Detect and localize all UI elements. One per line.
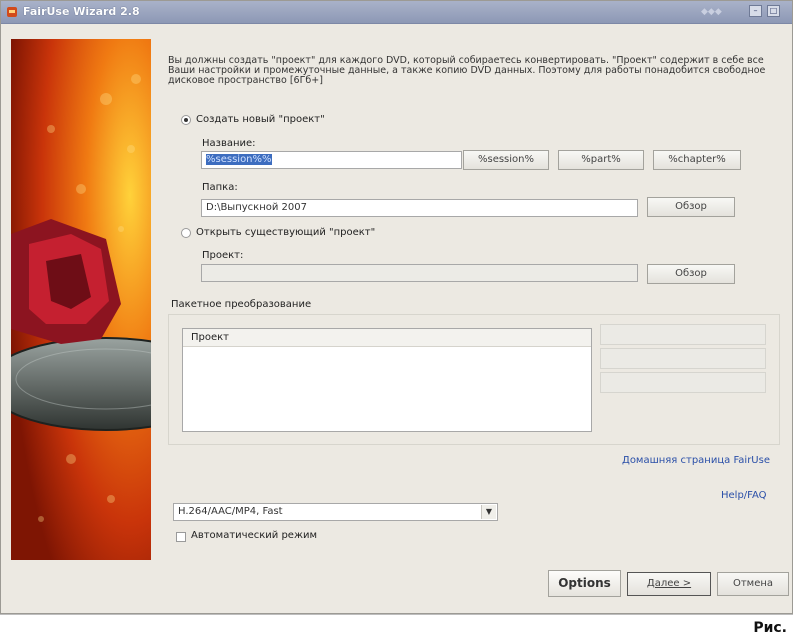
homepage-link[interactable]: Домашняя страница FairUse [622, 455, 770, 466]
title-bar[interactable]: FairUse Wizard 2.8 ◆◆◆ – □ [1, 1, 792, 24]
open-project-radio[interactable] [181, 228, 191, 238]
title-decoration: ◆◆◆ [701, 7, 722, 17]
project-input[interactable] [201, 264, 638, 282]
folder-label: Папка: [202, 182, 238, 193]
batch-label: Пакетное преобразование [171, 299, 312, 310]
wizard-window: FairUse Wizard 2.8 ◆◆◆ – □ Вы должны соз… [0, 0, 793, 614]
page-divider [0, 614, 793, 615]
name-input-value: %session%% [206, 154, 272, 165]
project-browse-button[interactable]: Обзор [647, 264, 735, 284]
folder-input[interactable]: D:\Выпускной 2007 [201, 199, 638, 217]
next-button-label: Далее > [646, 578, 692, 589]
intro-text: Вы должны создать "проект" для каждого D… [168, 55, 766, 86]
session-token-button[interactable]: %session% [463, 150, 549, 170]
profile-select[interactable]: H.264/AAC/MP4, Fast ▼ [173, 503, 498, 521]
chapter-token-button[interactable]: %chapter% [653, 150, 741, 170]
part-token-button[interactable]: %part% [558, 150, 644, 170]
batch-list[interactable]: Проект [182, 328, 592, 432]
folder-browse-button[interactable]: Обзор [647, 197, 735, 217]
figure-caption: Рис. [753, 620, 787, 636]
window-title: FairUse Wizard 2.8 [23, 5, 140, 18]
minimize-icon[interactable]: – [749, 5, 762, 17]
batch-column-project[interactable]: Проект [191, 332, 229, 343]
sidebar-artwork [11, 39, 151, 560]
batch-list-header: Проект [183, 329, 591, 347]
app-icon [7, 7, 17, 17]
name-label: Название: [202, 138, 256, 149]
options-button[interactable]: Options [548, 570, 621, 597]
new-project-label: Создать новый "проект" [196, 114, 325, 125]
next-button[interactable]: Далее > [627, 572, 711, 596]
profile-select-value: H.264/AAC/MP4, Fast [178, 506, 283, 517]
cancel-button[interactable]: Отмена [717, 572, 789, 596]
chevron-down-icon[interactable]: ▼ [481, 505, 496, 519]
project-label: Проект: [202, 250, 244, 261]
batch-remove-button[interactable] [600, 348, 766, 369]
new-project-radio[interactable] [181, 115, 191, 125]
batch-clear-button[interactable] [600, 372, 766, 393]
help-link[interactable]: Help/FAQ [721, 490, 767, 501]
batch-add-button[interactable] [600, 324, 766, 345]
auto-mode-label: Автоматический режим [191, 530, 318, 541]
close-icon[interactable]: □ [767, 5, 780, 17]
name-input[interactable]: %session%% [201, 151, 462, 169]
open-project-label: Открыть существующий "проект" [196, 227, 376, 238]
auto-mode-checkbox[interactable] [176, 532, 186, 542]
